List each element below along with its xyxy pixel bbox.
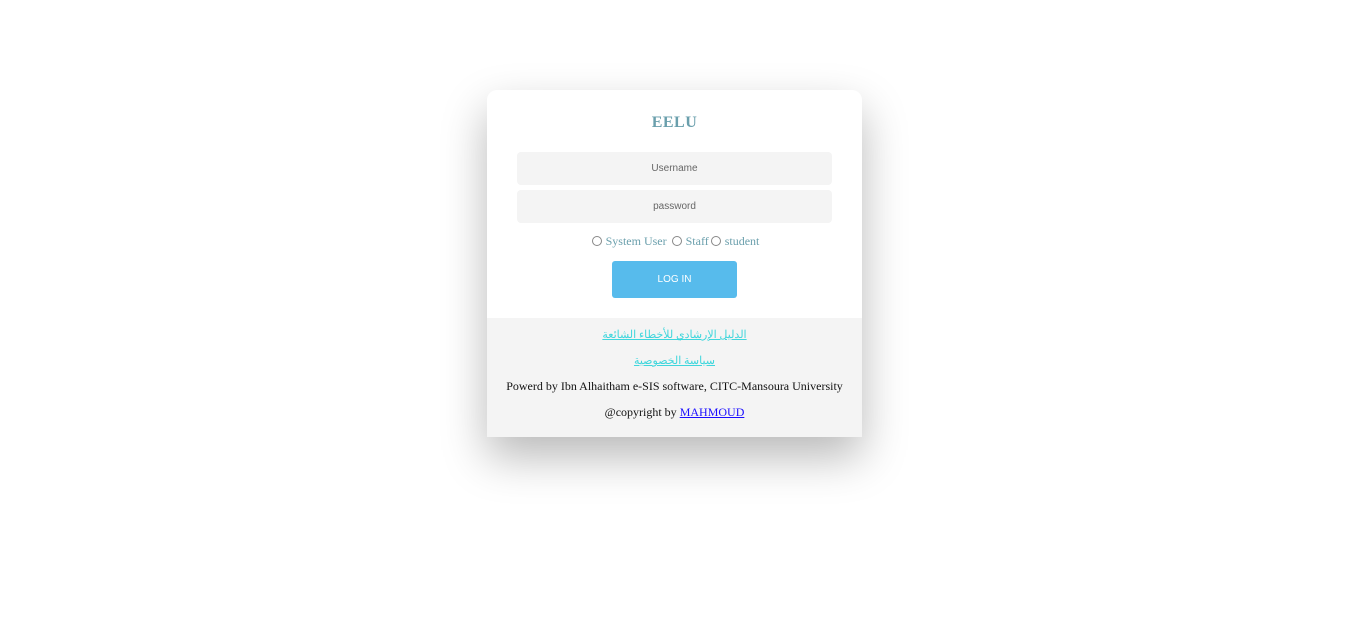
radio-label: student: [724, 234, 760, 248]
role-radio-group: System User Staff student: [487, 234, 862, 249]
radio-student[interactable]: [710, 236, 721, 246]
radio-label: Staff: [685, 234, 709, 248]
radio-label: System User: [605, 234, 667, 248]
copyright-prefix: @copyright by: [604, 405, 680, 419]
login-card: EELU System User Staff student LOG IN الد…: [487, 90, 862, 437]
username-input[interactable]: [517, 152, 832, 185]
author-link[interactable]: MAHMOUD: [680, 405, 745, 419]
password-input[interactable]: [517, 190, 832, 223]
radio-staff[interactable]: [671, 236, 682, 246]
radio-system-user[interactable]: [591, 236, 602, 246]
footer: الدليل الإرشادي للأخطاء الشائعة سياسة ال…: [487, 318, 862, 437]
common-errors-guide-link[interactable]: الدليل الإرشادي للأخطاء الشائعة: [487, 328, 862, 341]
login-button[interactable]: LOG IN: [612, 261, 737, 298]
privacy-policy-link[interactable]: سياسة الخصوصية: [487, 354, 862, 367]
app-title: EELU: [651, 114, 698, 131]
copyright-text: @copyright by MAHMOUD: [487, 405, 862, 420]
powered-by-text: Powerd by Ibn Alhaitham e-SIS software, …: [506, 379, 843, 393]
